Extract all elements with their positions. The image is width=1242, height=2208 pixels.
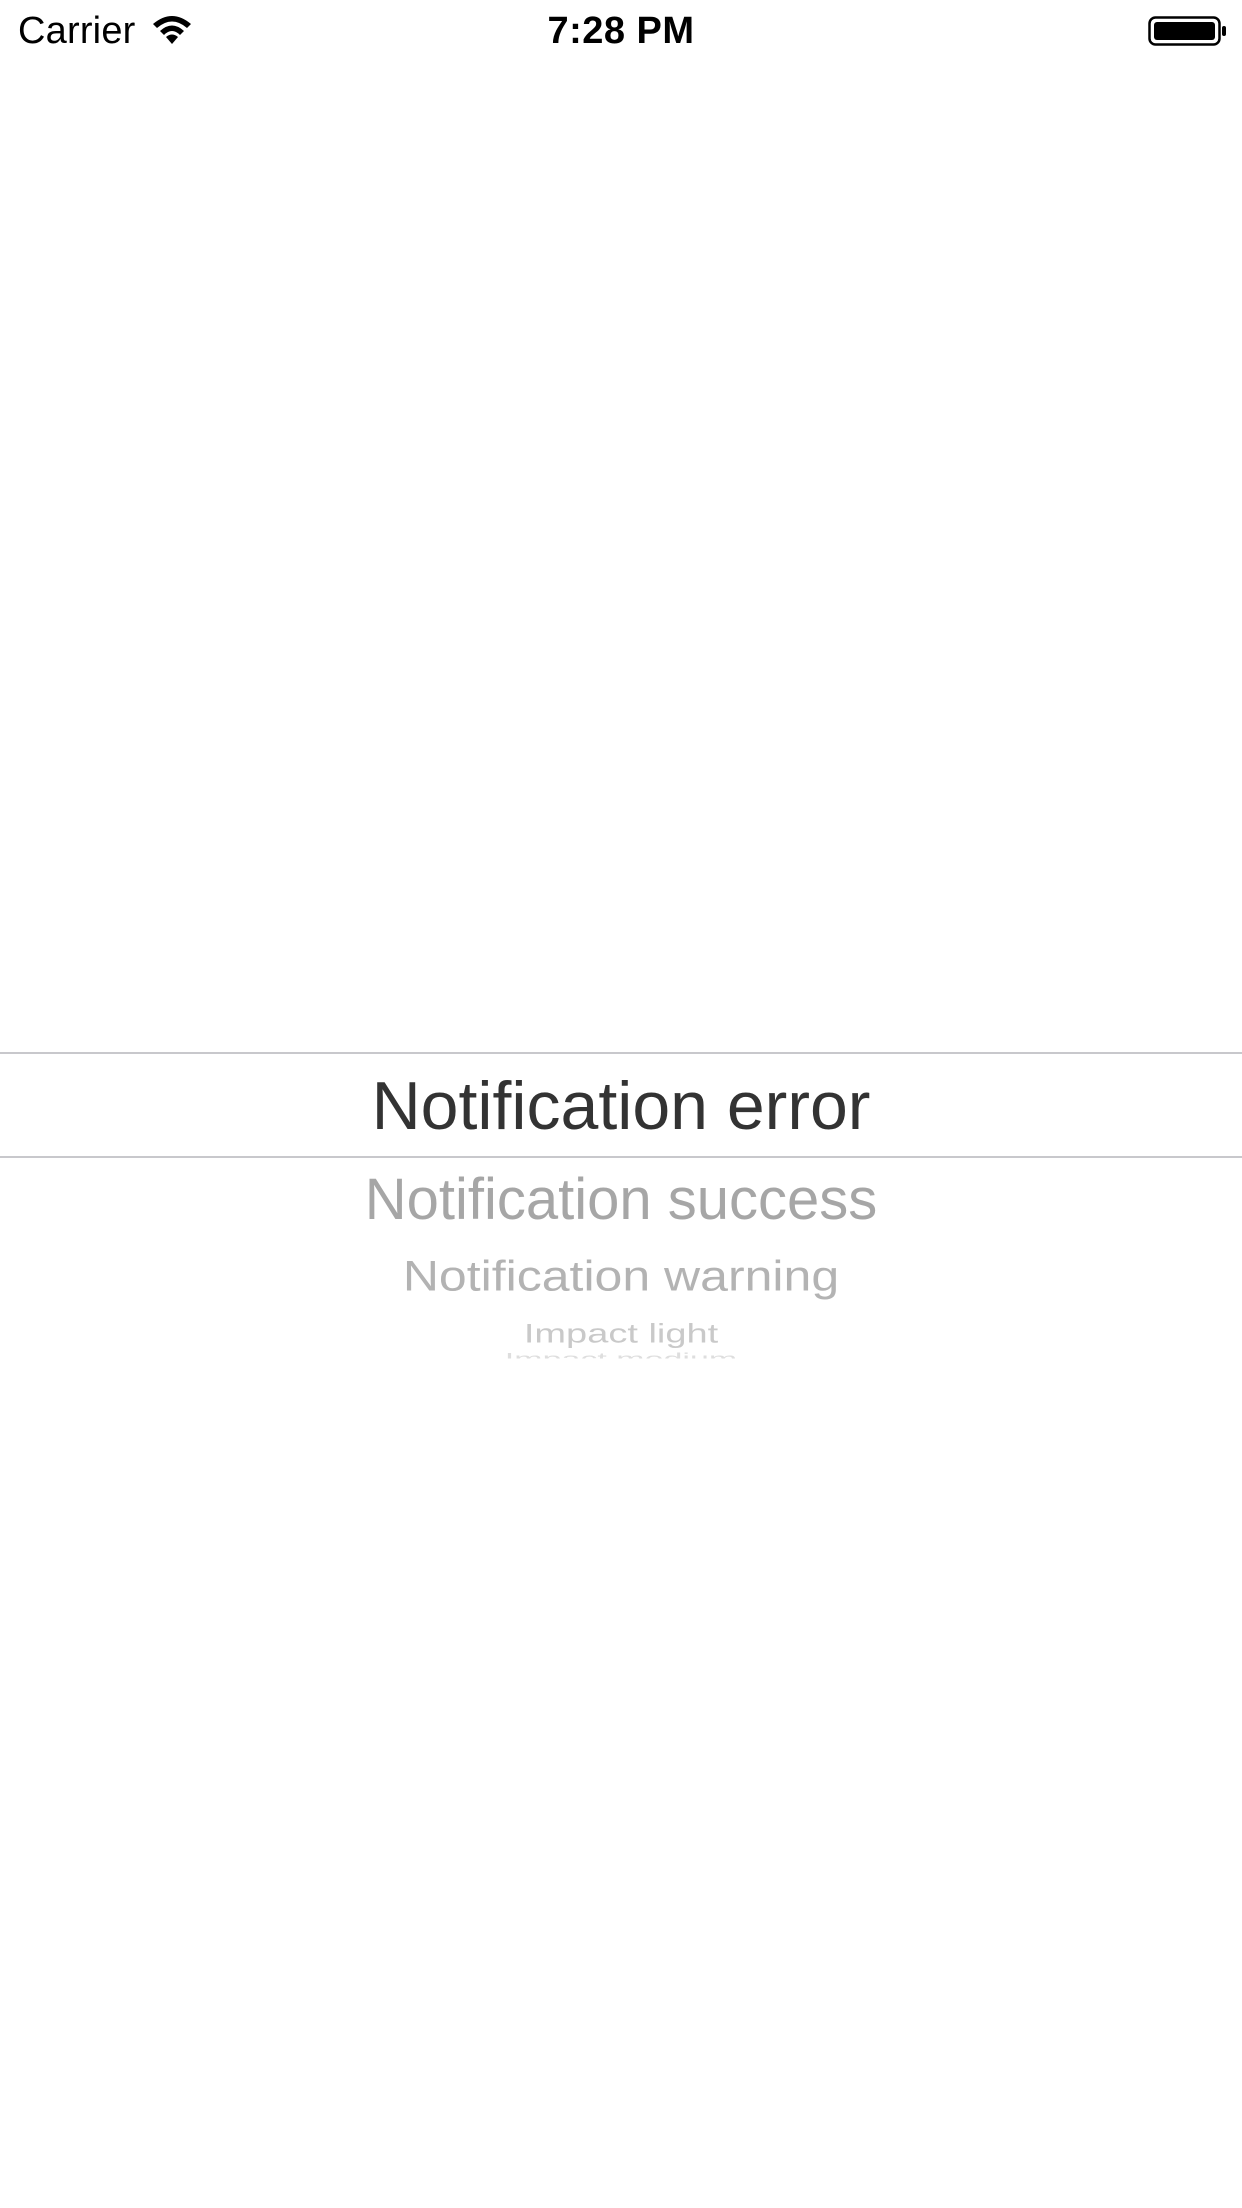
picker-selected-option[interactable]: Notification error xyxy=(0,1069,1242,1143)
status-time: 7:28 PM xyxy=(547,10,695,52)
selection-indicator-top xyxy=(0,1052,1242,1054)
picker-option[interactable]: Notification warning xyxy=(0,1251,1242,1301)
picker-option[interactable]: Impact light xyxy=(0,1320,1242,1348)
selection-indicator-bottom xyxy=(0,1156,1242,1158)
battery-full-icon xyxy=(1148,16,1226,46)
picker-option[interactable]: Impact medium xyxy=(0,1352,1242,1359)
picker-option[interactable]: Notification success xyxy=(0,1166,1242,1234)
status-bar: Carrier 7:28 PM xyxy=(0,0,1242,60)
haptic-type-picker[interactable]: Notification error Notification success … xyxy=(0,1052,1242,1372)
